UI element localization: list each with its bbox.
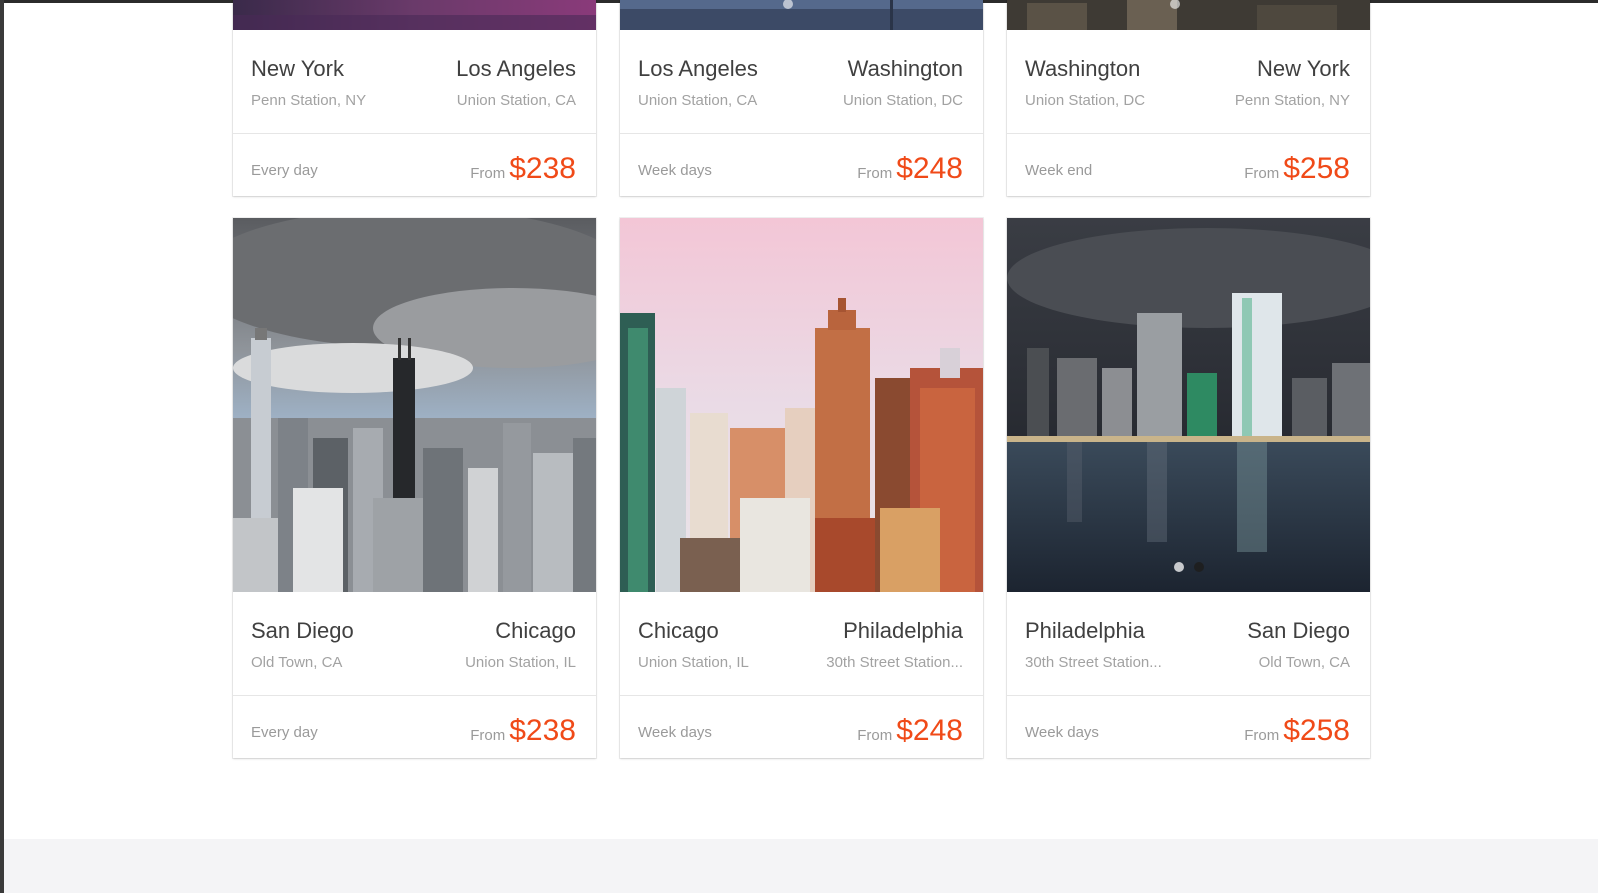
frequency-label: Week days — [1025, 724, 1099, 741]
origin-station: Union Station, IL — [638, 654, 749, 671]
price-value: $238 — [509, 152, 576, 185]
route-card[interactable]: San Diego Old Town, CA Chicago Union Sta… — [233, 218, 596, 758]
from-label: From — [857, 727, 893, 744]
window-left-edge — [0, 0, 4, 893]
destination-station: Old Town, CA — [1258, 654, 1350, 671]
chicago-skyline-photo — [233, 218, 596, 592]
page-footer — [4, 839, 1598, 893]
city-photo — [1007, 0, 1370, 30]
from-label: From — [1244, 727, 1280, 744]
destination-station: Union Station, IL — [465, 654, 576, 671]
price-value: $248 — [896, 152, 963, 185]
from-label: From — [470, 727, 506, 744]
price-value: $248 — [896, 714, 963, 747]
origin-city: Chicago — [638, 618, 719, 643]
city-photo — [233, 0, 596, 30]
route-card[interactable]: Chicago Union Station, IL Philadelphia 3… — [620, 218, 983, 758]
destination-city: New York — [1257, 56, 1350, 81]
destination-station: 30th Street Station... — [826, 654, 963, 671]
origin-station: Union Station, DC — [1025, 92, 1146, 109]
route-card[interactable]: Washington Union Station, DC New York Pe… — [1007, 0, 1370, 196]
from-label: From — [470, 165, 506, 182]
destination-station: Union Station, CA — [456, 92, 576, 109]
origin-station: 30th Street Station... — [1025, 654, 1162, 671]
origin-station: Union Station, CA — [638, 92, 758, 109]
price-value: $258 — [1283, 714, 1350, 747]
frequency-label: Week days — [638, 724, 712, 741]
from-label: From — [857, 165, 893, 182]
origin-city: Los Angeles — [638, 56, 758, 81]
philadelphia-city-photo — [620, 218, 983, 592]
frequency-label: Week end — [1025, 162, 1093, 179]
price-block: From $258 — [1244, 152, 1350, 186]
price-block: From $258 — [1244, 714, 1350, 748]
city-photo — [620, 0, 983, 30]
origin-city: Washington — [1025, 56, 1141, 81]
route-card[interactable]: New York Penn Station, NY Los Angeles Un… — [233, 0, 596, 196]
route-card[interactable]: Philadelphia 30th Street Station... San … — [1007, 218, 1370, 758]
frequency-label: Every day — [251, 162, 318, 179]
origin-station: Penn Station, NY — [251, 92, 367, 109]
price-block: From $238 — [470, 152, 576, 186]
destination-city: Los Angeles — [456, 56, 576, 81]
route-card[interactable]: Los Angeles Union Station, CA Washington… — [620, 0, 983, 196]
origin-city: Philadelphia — [1025, 618, 1145, 643]
carousel-dot[interactable] — [1174, 562, 1184, 572]
origin-station: Old Town, CA — [251, 654, 343, 671]
destination-city: Philadelphia — [843, 618, 963, 643]
carousel-dot-active[interactable] — [1194, 562, 1204, 572]
price-value: $238 — [509, 714, 576, 747]
origin-city: San Diego — [251, 618, 354, 643]
price-value: $258 — [1283, 152, 1350, 185]
destination-city: Chicago — [495, 618, 576, 643]
san-diego-night-photo — [1007, 218, 1370, 592]
destination-station: Union Station, DC — [842, 92, 963, 109]
from-label: From — [1244, 165, 1280, 182]
carousel-dots — [1174, 562, 1204, 572]
destination-station: Penn Station, NY — [1234, 92, 1350, 109]
price-block: From $238 — [470, 714, 576, 748]
price-block: From $248 — [857, 714, 963, 748]
destination-city: Washington — [847, 56, 963, 81]
frequency-label: Every day — [251, 724, 318, 741]
frequency-label: Week days — [638, 162, 712, 179]
destination-city: San Diego — [1247, 618, 1350, 643]
price-block: From $248 — [857, 152, 963, 186]
origin-city: New York — [251, 56, 344, 81]
